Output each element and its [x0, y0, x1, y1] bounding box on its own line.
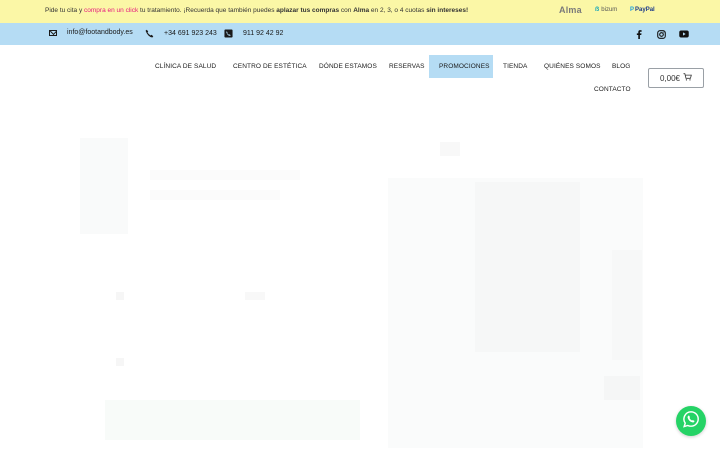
promo-bold: Alma	[353, 7, 370, 14]
phone-square-icon	[224, 29, 233, 38]
hero-bullet-faded	[116, 292, 124, 300]
hero-heading-faded	[150, 170, 300, 180]
paypal-label: PayPal	[635, 7, 655, 13]
cart-button[interactable]: 0,00€	[648, 68, 704, 88]
promo-text-part: tu tratamiento. ¡Recuerda que también pu…	[138, 7, 277, 14]
promo-text-part: con	[339, 7, 354, 14]
phone-contact[interactable]: +34 691 923 243	[145, 29, 217, 38]
youtube-icon[interactable]	[678, 28, 690, 40]
promo-text-part: en 2, 3, o 4 cuotas	[369, 7, 427, 14]
cart-total: 0,00€	[659, 73, 681, 83]
whatsapp-button[interactable]	[676, 406, 706, 436]
nav-item-donde-estamos[interactable]: Dónde Estamos	[319, 63, 377, 70]
instagram-icon[interactable]	[655, 28, 667, 40]
phone-link[interactable]: +34 691 923 243	[164, 30, 217, 37]
paypal-icon: P	[630, 7, 635, 13]
nav-item-contacto[interactable]: Contacto	[594, 86, 631, 93]
promo-link[interactable]: compra en un click	[84, 7, 138, 14]
nav-item-clinica-de-salud[interactable]: Clínica de Salud	[155, 63, 216, 70]
promo-text-part: Pide tu cita y	[45, 7, 85, 14]
phone-icon	[145, 29, 154, 38]
hero-photo-side-faded	[612, 250, 642, 360]
hero-text-faded	[245, 292, 265, 300]
nav-item-blog[interactable]: Blog	[612, 63, 630, 70]
cart-icon	[680, 73, 692, 83]
alma-logo: Alma	[559, 5, 582, 15]
promo-bold: aplazar tus compras	[276, 7, 340, 14]
hero-logo-faded	[440, 142, 460, 156]
email-contact[interactable]: info@footandbody.es	[49, 29, 133, 36]
facebook-icon[interactable]	[633, 28, 645, 40]
hero-bullet-faded	[116, 358, 124, 366]
nav-item-centro-de-estetica[interactable]: Centro de Estética	[233, 63, 307, 70]
promo-text: Pide tu cita y compra en un click tu tra…	[45, 7, 468, 14]
hero-cta-faded	[105, 400, 360, 440]
bizum-label: bizum	[601, 7, 618, 13]
envelope-icon	[49, 30, 57, 36]
nav-item-tienda[interactable]: Tienda	[503, 63, 527, 70]
hero-photo-corner-faded	[604, 376, 640, 400]
bizum-logo: ẞbizum	[595, 7, 617, 13]
hero-image-faded	[80, 138, 128, 234]
nav-item-reservas[interactable]: Reservas	[389, 63, 425, 70]
email-link[interactable]: info@footandbody.es	[67, 29, 133, 36]
hero-photo-detail-faded	[475, 182, 580, 352]
whatsapp-icon	[682, 410, 700, 433]
hero-heading-faded	[150, 190, 280, 200]
paypal-logo: PPayPal	[630, 7, 655, 13]
contact-bar: info@footandbody.es +34 691 923 243 911 …	[0, 23, 720, 45]
nav-item-quienes-somos[interactable]: Quiénes Somos	[544, 63, 601, 70]
nav-item-promociones[interactable]: Promociones	[439, 63, 490, 70]
landline-link[interactable]: 911 92 42 92	[243, 30, 283, 37]
bizum-icon: ẞ	[595, 7, 600, 13]
promo-bold: sin intereses!	[426, 7, 469, 14]
promo-bar: Pide tu cita y compra en un click tu tra…	[0, 0, 720, 23]
landline-contact[interactable]: 911 92 42 92	[224, 29, 283, 38]
